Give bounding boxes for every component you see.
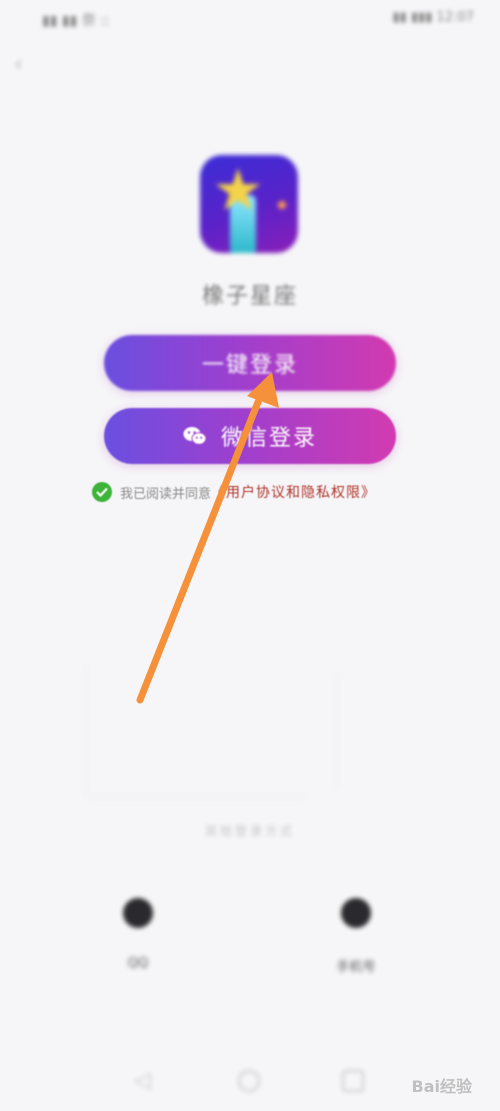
quick-login-button[interactable]: 一键登录 — [104, 335, 396, 391]
status-bar: ▮▮ ▮▮ 奈 :: ▮▮ ▮▮▮ 12:07 — [0, 0, 500, 38]
back-icon[interactable]: ◁ — [134, 1070, 156, 1092]
home-icon[interactable] — [238, 1070, 260, 1092]
blurred-panel-right — [336, 672, 396, 790]
phone-login-option[interactable]: 手机号 — [326, 898, 386, 975]
agreement-link[interactable]: 《用户协议和隐私权限》 — [211, 482, 376, 502]
checkbox-checked-icon[interactable] — [92, 482, 112, 502]
qq-login-option[interactable]: QQ — [108, 898, 168, 971]
watermark: Bai经验 — [411, 1077, 472, 1096]
phone-icon — [341, 898, 371, 928]
wechat-login-label: 微信登录 — [220, 426, 317, 451]
other-login-title: 其他登录方式 — [204, 824, 295, 838]
agreement-row: 我已阅读并同意 《用户协议和隐私权限》 — [92, 480, 376, 504]
qq-icon — [123, 898, 153, 928]
app-name: 橡子星座 — [201, 284, 298, 309]
qq-label: QQ — [127, 956, 149, 971]
status-left: ▮▮ ▮▮ 奈 :: — [42, 13, 110, 29]
quick-login-label: 一键登录 — [201, 353, 298, 378]
wechat-login-button[interactable]: 微信登录 — [104, 408, 396, 464]
status-right: ▮▮ ▮▮▮ 12:07 — [392, 10, 475, 25]
recent-apps-icon[interactable] — [342, 1070, 364, 1092]
back-icon[interactable]: ‹ — [14, 52, 34, 77]
wechat-icon — [183, 427, 207, 445]
star-app-icon: ★ — [200, 155, 298, 253]
blurred-panel — [86, 665, 308, 797]
agreement-prefix: 我已阅读并同意 — [120, 486, 212, 502]
phone-label: 手机号 — [336, 960, 376, 975]
